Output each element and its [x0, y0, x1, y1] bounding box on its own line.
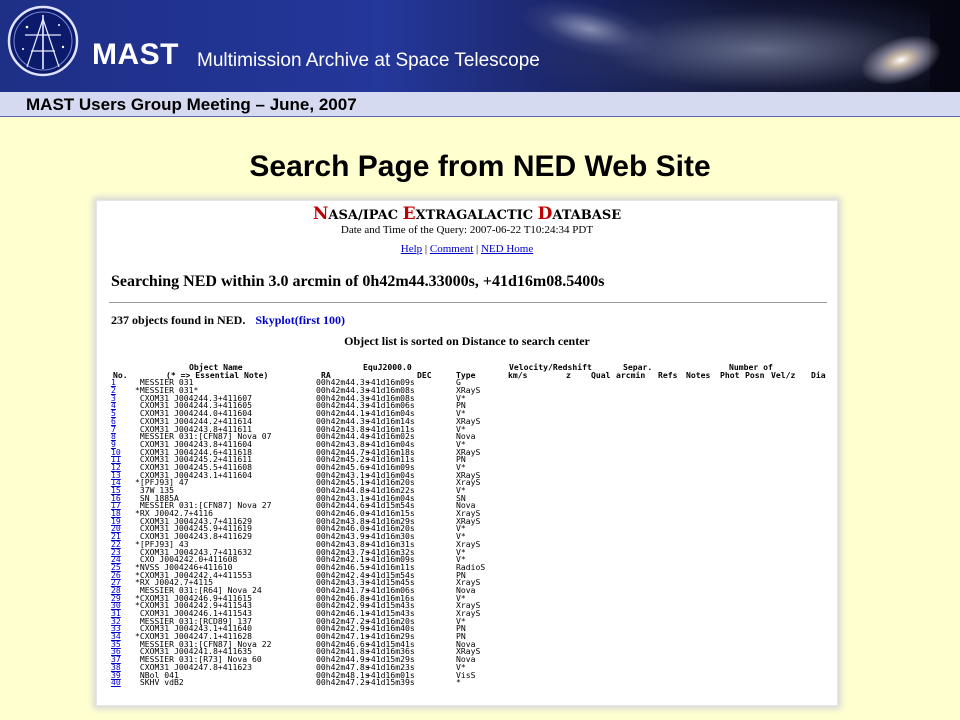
header-velz: Vel/z	[771, 369, 796, 380]
header-notes: Notes	[686, 369, 711, 380]
header-phot: Phot	[720, 369, 740, 380]
ned-title-cap-1: N	[312, 204, 329, 224]
query-date: Date and Time of the Query: 2007-06-22 T…	[340, 224, 594, 236]
banner: MAST Multimission Archive at Space Teles…	[0, 0, 960, 92]
found-count: 237 objects found in NED.	[111, 313, 246, 327]
header-dia: Dia	[811, 369, 826, 380]
sorted-text: Object list is sorted on Distance to sea…	[344, 334, 590, 348]
object-name: SKHV vdB2	[135, 677, 184, 688]
header-refs: Refs	[658, 369, 678, 380]
banner-title: MAST	[92, 38, 179, 71]
ned-title-rest-2: XTRAGALACTIC	[415, 208, 538, 223]
ned-screenshot: NASA/IPAC EXTRAGALACTIC DATABASE Date an…	[96, 200, 838, 706]
row-number-link[interactable]: 40	[111, 678, 121, 687]
ned-title-cap-3: D	[537, 204, 553, 224]
banner-subtitle: Multimission Archive at Space Telescope	[197, 50, 540, 71]
header-dec: DEC	[417, 369, 432, 380]
dec-value: +41d15m39s	[366, 677, 415, 688]
slide-title: Search Page from NED Web Site	[249, 150, 711, 183]
header-z: z	[566, 369, 571, 380]
meeting-bar: MAST Users Group Meeting – June, 2007	[0, 92, 960, 117]
header-equ: EquJ2000.0	[363, 362, 412, 372]
header-qual: Qual	[591, 369, 611, 380]
header-posn: Posn	[745, 369, 765, 380]
ned-title: NASA/IPAC EXTRAGALACTIC DATABASE	[97, 204, 837, 224]
meeting-title: MAST Users Group Meeting – June, 2007	[26, 95, 357, 114]
ned-title-rest-1: ASA/IPAC	[328, 208, 403, 223]
header-kms: km/s	[508, 369, 528, 380]
object-type: *	[456, 677, 461, 688]
ned-links: Help | Comment | NED Home	[400, 243, 534, 255]
comment-link[interactable]: Comment	[430, 243, 473, 255]
found-text: 237 objects found in NED. Skyplot(first 1…	[111, 313, 345, 328]
mast-logo-icon	[7, 5, 79, 77]
ned-title-cap-2: E	[402, 204, 416, 224]
help-link[interactable]: Help	[401, 243, 422, 255]
ra-value: 00h42m47.2s	[316, 677, 370, 688]
search-heading: Searching NED within 3.0 arcmin of 0h42m…	[111, 273, 605, 290]
ned-title-rest-3: ATABASE	[552, 208, 622, 223]
header-arcmin: arcmin	[616, 369, 646, 380]
ned-home-link[interactable]: NED Home	[481, 243, 533, 255]
divider	[109, 302, 827, 303]
skyplot-link[interactable]: Skyplot(first 100)	[255, 313, 345, 327]
